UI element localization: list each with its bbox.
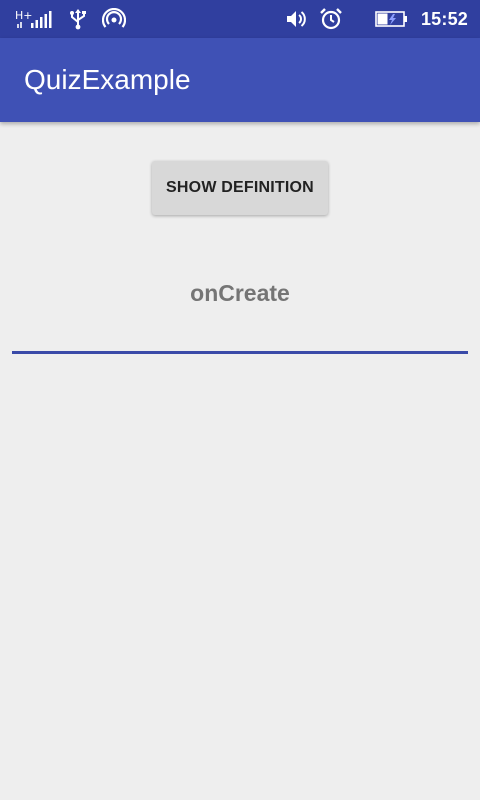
clock: 15:52 <box>420 8 468 29</box>
status-bar: H+ 15:52 <box>0 0 480 38</box>
svg-text:H+: H+ <box>15 9 33 22</box>
signal-icon: H+ <box>14 8 54 30</box>
hotspot-icon <box>102 8 126 30</box>
term-text: onCreate <box>190 280 290 306</box>
alarm-icon <box>319 7 343 31</box>
definition-input[interactable] <box>12 310 468 354</box>
definition-field[interactable] <box>12 310 468 354</box>
app-title: QuizExample <box>24 64 191 95</box>
show-definition-button[interactable]: SHOW DEFINITION <box>152 161 328 215</box>
battery-charging-icon <box>375 9 409 29</box>
app-bar: QuizExample <box>0 38 480 122</box>
usb-icon <box>68 8 88 30</box>
volume-icon <box>285 8 307 30</box>
status-bar-left: H+ <box>14 8 126 30</box>
status-bar-right: 15:52 <box>285 8 468 30</box>
